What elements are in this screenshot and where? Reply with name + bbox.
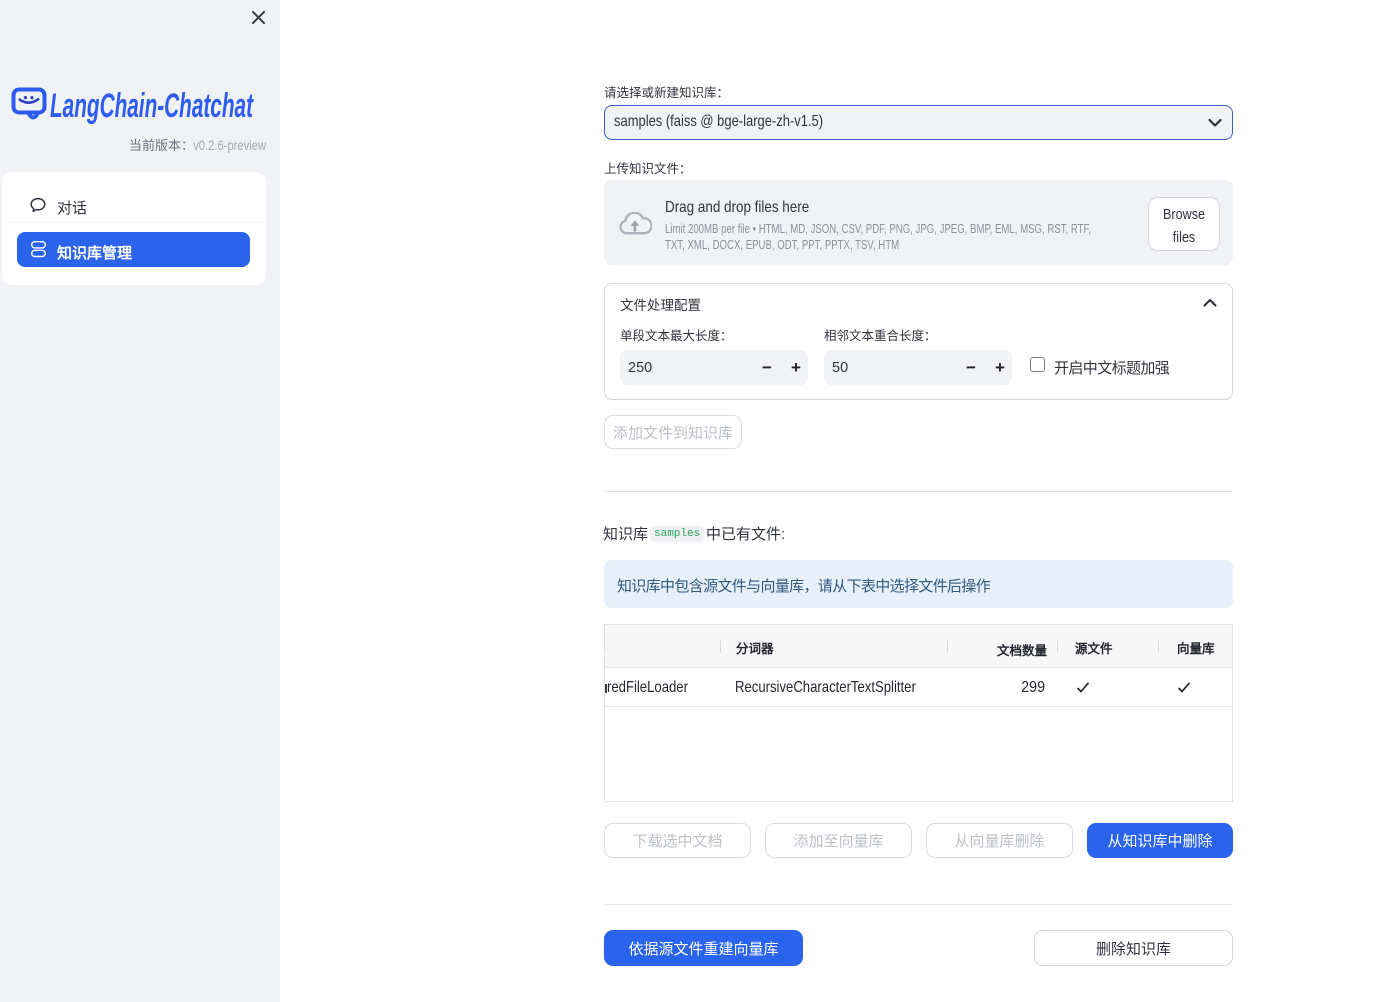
svg-text:LangChain-Chatchat: LangChain-Chatchat xyxy=(50,87,254,125)
